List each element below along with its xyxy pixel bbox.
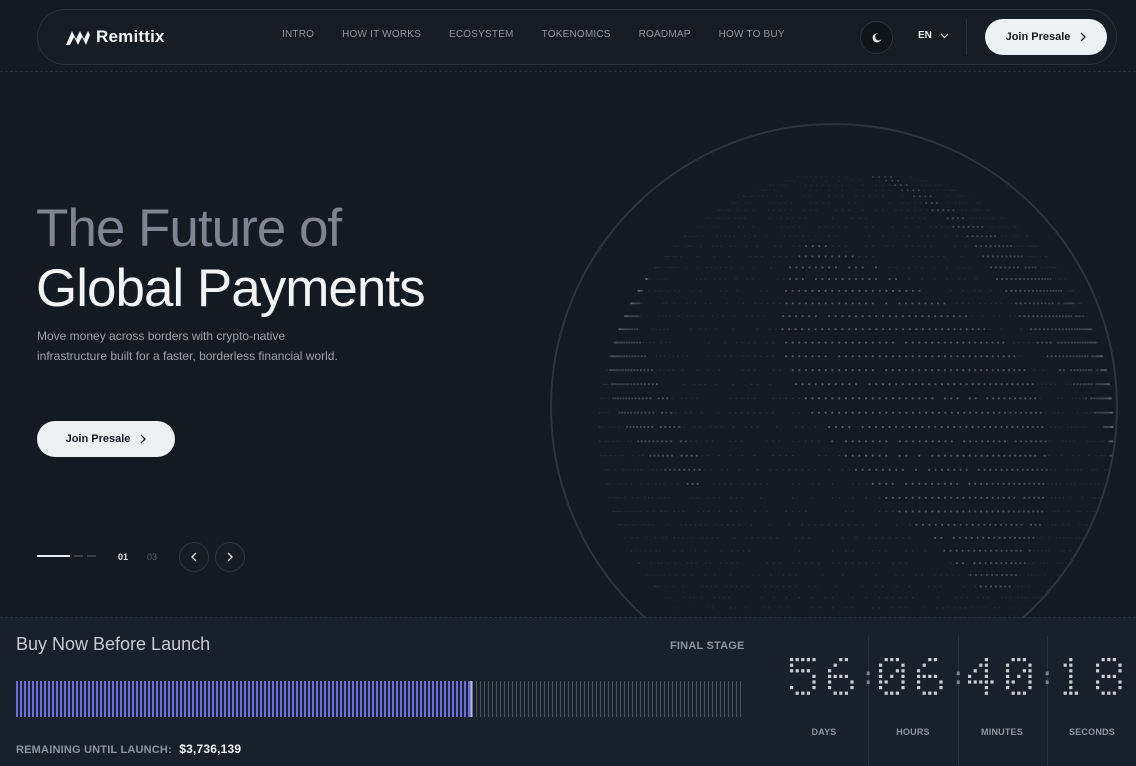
theme-toggle-button[interactable] <box>860 21 893 54</box>
slide-indicator-active[interactable] <box>37 555 70 557</box>
countdown-colon: : <box>1040 662 1055 690</box>
chevron-right-icon <box>140 434 147 444</box>
language-label: EN <box>918 30 932 41</box>
remaining-value: $3,736,139 <box>179 742 242 756</box>
top-navbar: Remittix INTRO HOW IT WORKS ECOSYSTEM TO… <box>37 9 1117 65</box>
slide-indicator[interactable] <box>87 555 96 557</box>
nav-item-intro[interactable]: INTRO <box>282 29 314 40</box>
slide-indicators <box>37 555 96 557</box>
join-presale-button[interactable]: Join Presale <box>985 19 1107 55</box>
hero-join-presale-label: Join Presale <box>65 433 131 445</box>
nav-item-how-it-works[interactable]: HOW IT WORKS <box>342 29 421 40</box>
presale-progress-bar <box>16 681 744 717</box>
nav-item-tokenomics[interactable]: TOKENOMICS <box>542 29 611 40</box>
chevron-right-icon <box>1080 32 1087 42</box>
section-divider <box>0 617 1136 618</box>
remaining-until-launch: REMAINING UNTIL LAUNCH: $3,736,139 <box>16 742 241 756</box>
slide-total-number: 03 <box>147 552 158 562</box>
join-presale-label: Join Presale <box>1005 31 1071 43</box>
countdown-hours-label: HOURS <box>896 727 930 737</box>
chevron-down-icon <box>940 33 949 38</box>
chevron-right-icon <box>227 552 233 562</box>
hero-title-line1: The Future of <box>36 199 342 258</box>
countdown-seconds-label: SECONDS <box>1069 727 1115 737</box>
countdown-days-label: DAYS <box>811 727 837 737</box>
chevron-left-icon <box>191 552 197 562</box>
hero-title-line2: Global Payments <box>36 259 426 318</box>
presale-title: Buy Now Before Launch <box>16 634 211 654</box>
nav-item-how-to-buy[interactable]: HOW TO BUY <box>719 29 785 40</box>
remittix-logo-icon <box>66 31 90 45</box>
section-divider <box>0 71 1136 72</box>
slide-current-number: 01 <box>118 552 129 562</box>
remaining-label: REMAINING UNTIL LAUNCH: <box>16 744 172 756</box>
countdown-colon: : <box>861 662 876 690</box>
hero-join-presale-button[interactable]: Join Presale <box>37 421 175 457</box>
countdown-divider <box>868 636 869 766</box>
slide-indicator[interactable] <box>74 555 83 557</box>
dotted-globe-graphic <box>550 123 1118 691</box>
brand-name: Remittix <box>96 27 165 46</box>
main-menu: INTRO HOW IT WORKS ECOSYSTEM TOKENOMICS … <box>282 29 813 40</box>
next-slide-button[interactable] <box>215 542 245 572</box>
countdown-colon: : <box>951 662 966 690</box>
logo[interactable]: Remittix <box>66 27 165 47</box>
language-selector[interactable]: EN <box>918 30 949 41</box>
presale-stage-label: FINAL STAGE <box>670 640 745 652</box>
nav-divider <box>966 19 967 55</box>
nav-item-ecosystem[interactable]: ECOSYSTEM <box>449 29 514 40</box>
previous-slide-button[interactable] <box>179 542 209 572</box>
countdown-divider <box>1047 636 1048 766</box>
moon-icon <box>872 32 881 42</box>
countdown-divider <box>958 636 959 766</box>
hero-subtitle: Move money across borders with crypto-na… <box>37 329 338 363</box>
countdown-minutes-label: MINUTES <box>981 727 1023 737</box>
nav-item-roadmap[interactable]: ROADMAP <box>639 29 691 40</box>
